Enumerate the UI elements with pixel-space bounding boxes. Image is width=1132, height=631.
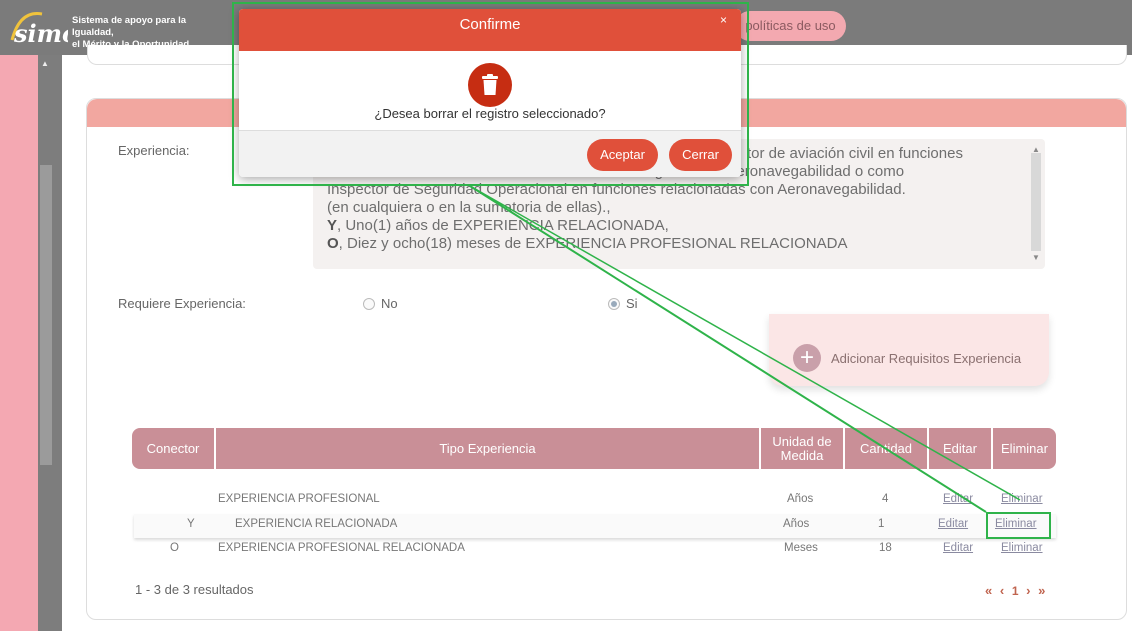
annotation-arrow-line — [469, 185, 1021, 513]
